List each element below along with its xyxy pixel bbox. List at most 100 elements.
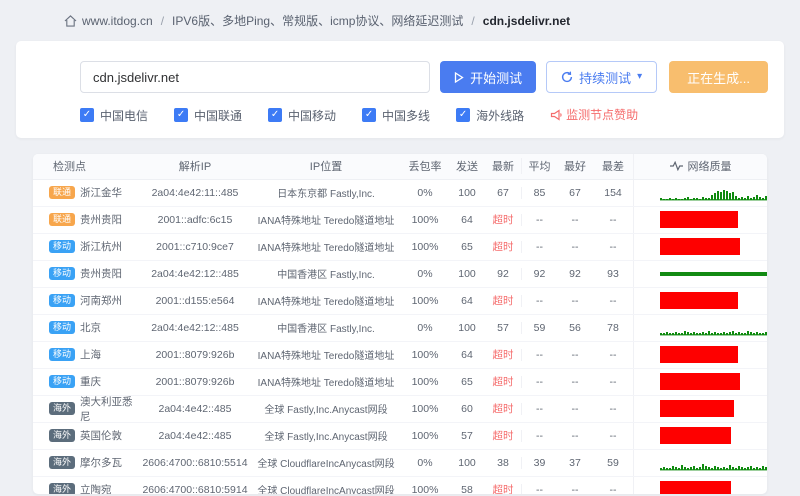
test-input-row: 开始测试 持续测试 ▾ 正在生成...	[80, 61, 768, 93]
carrier-badge: 海外	[49, 483, 76, 494]
table-row: 移动 重庆 2001::8079:926b IANA特殊地址 Teredo隧道地…	[33, 368, 767, 396]
node-name: 上海	[80, 349, 102, 361]
generating-button[interactable]: 正在生成...	[669, 61, 768, 93]
sponsor-link[interactable]: 监测节点赞助	[550, 106, 638, 123]
quality-chart	[633, 179, 767, 206]
line-filter-checkbox[interactable]: ✓ 海外线路	[456, 107, 524, 124]
megaphone-icon	[550, 109, 562, 121]
avg-ms: 92	[521, 267, 557, 280]
ip-location: 日本东京都 Fastly,Inc.	[277, 189, 375, 200]
ip-location: IANA特殊地址 Teredo隧道地址	[257, 216, 395, 227]
start-test-button[interactable]: 开始测试	[440, 61, 537, 93]
worst-ms: --	[609, 402, 617, 415]
node-cell: 移动 河南郑州	[33, 293, 139, 308]
line-filter-list: ✓ 中国电信 ✓ 中国联通 ✓ 中国移动 ✓ 中国多线 ✓ 海外线路	[80, 106, 550, 124]
sent-count: 100	[458, 186, 476, 199]
avg-ms: --	[521, 240, 557, 253]
best-ms: 56	[569, 321, 581, 334]
sent-count: 100	[458, 456, 476, 469]
latest-ms: 超时	[492, 430, 514, 442]
table-row: 联通 贵州贵阳 2001::adfc:6c15 IANA特殊地址 Teredo隧…	[33, 206, 767, 234]
node-name: 浙江金华	[80, 187, 123, 199]
loss-rate: 0%	[417, 267, 433, 280]
resolved-ip: 2001::8079:926b	[155, 375, 235, 388]
header-network-quality-label: 网络质量	[687, 161, 732, 173]
resolved-ip: 2a04:4e42::485	[158, 402, 232, 415]
quality-chart	[633, 260, 767, 287]
resolved-ip: 2a04:4e42:12::485	[151, 267, 239, 280]
sent-count: 65	[461, 375, 473, 388]
carrier-badge: 移动	[49, 294, 76, 307]
worst-ms: --	[609, 375, 617, 388]
line-filter-checkbox[interactable]: ✓ 中国移动	[268, 107, 336, 124]
worst-ms: 154	[604, 186, 622, 199]
best-ms: --	[571, 294, 579, 307]
resolved-ip: 2a04:4e42:11::485	[151, 186, 239, 199]
node-name: 英国伦敦	[80, 430, 123, 442]
breadcrumb-current-host: cdn.jsdelivr.net	[482, 13, 571, 28]
worst-ms: --	[609, 240, 617, 253]
table-row: 移动 上海 2001::8079:926b IANA特殊地址 Teredo隧道地…	[33, 341, 767, 369]
table-body: 联通 浙江金华 2a04:4e42:11::485 日本东京都 Fastly,I…	[33, 179, 767, 494]
sponsor-label: 监测节点赞助	[566, 108, 639, 123]
table-row: 移动 贵州贵阳 2a04:4e42:12::485 中国香港区 Fastly,I…	[33, 260, 767, 288]
line-filter-checkbox[interactable]: ✓ 中国联通	[174, 107, 242, 124]
host-input[interactable]	[80, 61, 431, 93]
carrier-badge: 移动	[49, 348, 76, 361]
line-filter-checkbox[interactable]: ✓ 中国多线	[362, 107, 430, 124]
resolved-ip: 2001::d155:e564	[155, 294, 235, 307]
loss-rate: 100%	[411, 429, 439, 442]
resolved-ip: 2001::c710:9ce7	[156, 240, 234, 253]
table-row: 海外 澳大利亚悉尼 2a04:4e42::485 全球 Fastly,Inc.A…	[33, 395, 767, 423]
table-row: 移动 浙江杭州 2001::c710:9ce7 IANA特殊地址 Teredo隧…	[33, 233, 767, 261]
header-worst: 最差	[602, 161, 624, 173]
checkbox-checked-icon: ✓	[174, 108, 189, 122]
sent-count: 100	[458, 267, 476, 280]
worst-ms: 93	[607, 267, 619, 280]
header-resolved-ip: 解析IP	[178, 161, 212, 173]
header-sent: 发送	[456, 161, 478, 173]
best-ms: --	[571, 429, 579, 442]
sent-count: 64	[461, 348, 473, 361]
node-name: 浙江杭州	[80, 241, 123, 253]
table-row: 移动 河南郑州 2001::d155:e564 IANA特殊地址 Teredo隧…	[33, 287, 767, 315]
line-filters: ✓ 中国电信 ✓ 中国联通 ✓ 中国移动 ✓ 中国多线 ✓ 海外线路 监测节点赞…	[80, 106, 768, 124]
header-latest: 最新	[492, 161, 514, 173]
loss-rate: 100%	[411, 375, 439, 388]
best-ms: --	[571, 213, 579, 226]
best-ms: --	[571, 483, 579, 494]
avg-ms: 85	[521, 186, 557, 199]
worst-ms: --	[609, 348, 617, 361]
ip-location: IANA特殊地址 Teredo隧道地址	[257, 297, 395, 308]
activity-icon	[669, 161, 683, 171]
quality-chart	[633, 206, 767, 233]
resolved-ip: 2001::adfc:6c15	[157, 213, 233, 226]
resolved-ip: 2606:4700::6810:5914	[142, 483, 248, 494]
best-ms: --	[571, 402, 579, 415]
avg-ms: --	[521, 294, 557, 307]
worst-ms: --	[609, 429, 617, 442]
quality-chart	[633, 341, 767, 368]
quality-chart	[633, 395, 767, 422]
best-ms: 92	[569, 267, 581, 280]
worst-ms: --	[609, 294, 617, 307]
node-name: 北京	[80, 322, 102, 334]
best-ms: 67	[569, 186, 581, 199]
line-filter-checkbox[interactable]: ✓ 中国电信	[80, 107, 148, 124]
continuous-test-button[interactable]: 持续测试 ▾	[546, 61, 658, 93]
carrier-badge: 海外	[49, 402, 76, 415]
worst-ms: --	[609, 213, 617, 226]
breadcrumb-category[interactable]: IPV6版、多地Ping、常规版、icmp协议、网络延迟测试	[172, 12, 463, 29]
resolved-ip: 2a04:4e42::485	[158, 429, 232, 442]
avg-ms: --	[521, 483, 557, 494]
play-icon	[454, 71, 464, 83]
node-cell: 移动 浙江杭州	[33, 239, 139, 254]
avg-ms: 59	[521, 321, 557, 334]
node-name: 澳大利亚悉尼	[80, 395, 133, 423]
node-cell: 移动 北京	[33, 320, 139, 335]
breadcrumb-site[interactable]: www.itdog.cn	[82, 14, 153, 28]
node-name: 重庆	[80, 376, 102, 388]
node-cell: 海外 立陶宛	[33, 482, 139, 494]
sent-count: 65	[461, 240, 473, 253]
node-name: 贵州贵阳	[80, 214, 123, 226]
